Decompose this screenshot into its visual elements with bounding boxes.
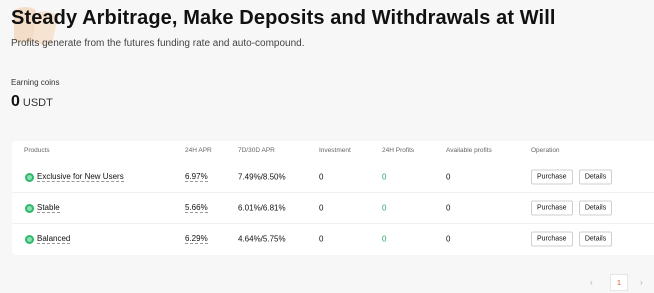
product-cell[interactable]: Exclusive for New Users [25,172,124,182]
header-available-profits: Available profits [446,147,492,154]
product-name[interactable]: Exclusive for New Users [37,172,124,182]
operation-cell: Purchase Details [531,200,613,216]
operation-cell: Purchase Details [531,169,613,185]
purchase-button[interactable]: Purchase [531,200,573,216]
row-divider [12,223,654,224]
header-investment: Investment [319,147,351,154]
available-profits-value: 0 [446,234,451,244]
details-button[interactable]: Details [578,200,613,216]
table-row: Exclusive for New Users 6.97% 7.49%/8.50… [12,163,654,191]
apr-7d-30d-value: 6.01%/6.81% [238,203,286,213]
coin-icon [25,203,34,213]
earning-amount: 0 [11,93,20,110]
row-divider [12,192,654,193]
apr-24h-value[interactable]: 5.66% [185,203,208,213]
header-7d-30d-apr: 7D/30D APR [238,147,275,154]
header-24h-apr: 24H APR [185,147,212,154]
profits-24h-value: 0 [382,203,387,213]
details-button[interactable]: Details [578,231,613,247]
product-cell[interactable]: Stable [25,203,60,213]
product-name[interactable]: Stable [37,203,60,213]
coin-icon [25,172,34,182]
table-row: Stable 5.66% 6.01%/6.81% 0 0 0 Purchase … [12,194,654,222]
investment-value: 0 [319,172,324,182]
page-subtitle: Profits generate from the futures fundin… [11,38,305,49]
chevron-right-icon[interactable]: › [640,278,643,293]
chevron-left-icon[interactable]: ‹ [590,278,593,293]
product-cell[interactable]: Balanced [25,234,71,244]
coin-icon [25,234,34,244]
apr-24h-value[interactable]: 6.97% [185,172,208,182]
header-24h-profits: 24H Profits [382,147,415,154]
investment-value: 0 [319,203,324,213]
apr-7d-30d-value: 4.64%/5.75% [238,234,286,244]
operation-cell: Purchase Details [531,231,613,247]
earning-coins-label: Earning coins [11,78,60,87]
purchase-button[interactable]: Purchase [531,231,573,247]
investment-value: 0 [319,234,324,244]
available-profits-value: 0 [446,172,451,182]
profits-24h-value: 0 [382,234,387,244]
table-row: Balanced 6.29% 4.64%/5.75% 0 0 0 Purchas… [12,225,654,253]
available-profits-value: 0 [446,203,451,213]
header-operation: Operation [531,147,560,154]
earning-unit: USDT [22,97,53,109]
earning-coins-value: 0 USDT [11,93,53,111]
profits-24h-value: 0 [382,172,387,182]
header-products: Products [24,147,50,154]
products-table: Products 24H APR 7D/30D APR Investment 2… [12,141,654,255]
product-name[interactable]: Balanced [37,234,71,244]
apr-24h-value[interactable]: 6.29% [185,234,208,244]
purchase-button[interactable]: Purchase [531,169,573,185]
page-number-current[interactable]: 1 [610,274,628,291]
details-button[interactable]: Details [578,169,613,185]
apr-7d-30d-value: 7.49%/8.50% [238,172,286,182]
page-title: Steady Arbitrage, Make Deposits and With… [11,7,556,29]
